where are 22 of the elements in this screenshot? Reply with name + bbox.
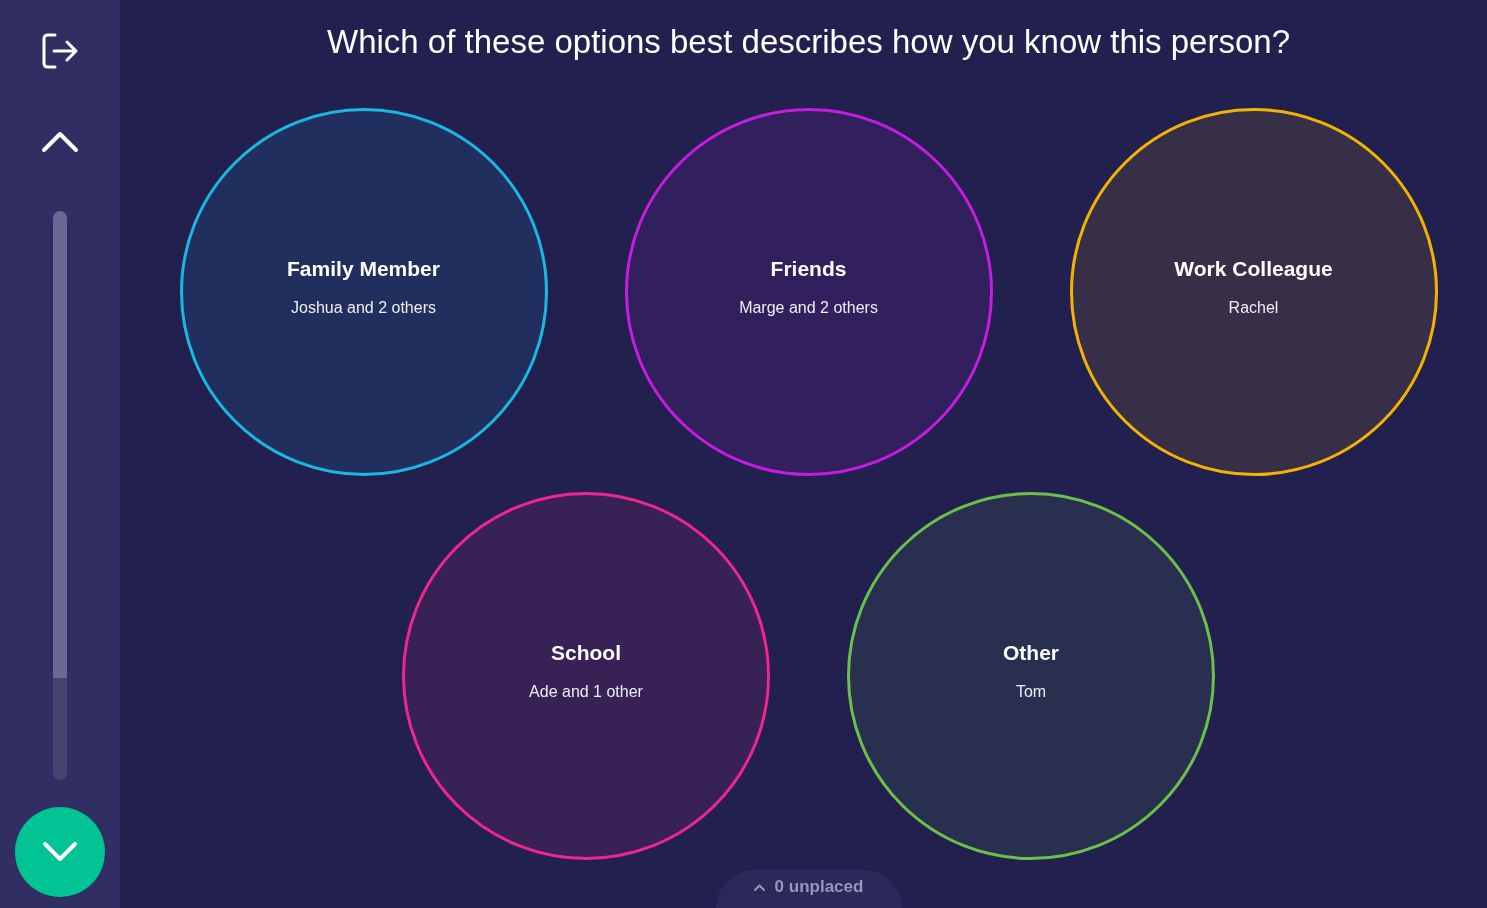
category-members: Marge and 2 others xyxy=(739,298,878,318)
category-label: Family Member xyxy=(287,256,440,282)
category-members: Tom xyxy=(1015,682,1047,702)
category-members: Rachel xyxy=(1228,298,1279,318)
unplaced-drawer-button[interactable]: 0 unplaced xyxy=(715,870,902,908)
category-label: Friends xyxy=(770,256,847,282)
category-circle[interactable]: Other Tom xyxy=(847,492,1215,860)
exit-icon xyxy=(41,33,79,69)
category-circle[interactable]: Friends Marge and 2 others xyxy=(624,108,993,476)
question-heading: Which of these options best describes how you know this person? xyxy=(327,22,1290,62)
category-label: Work Colleague xyxy=(1174,256,1333,282)
exit-button[interactable] xyxy=(40,31,80,71)
caret-up-icon xyxy=(753,883,765,891)
category-circle[interactable]: Family Member Joshua and 2 others xyxy=(179,108,548,476)
category-label: Other xyxy=(1003,640,1059,666)
category-circle[interactable]: School Ade and 1 other xyxy=(402,492,770,860)
chevron-down-icon xyxy=(43,842,77,862)
category-circle[interactable]: Work Colleague Rachel xyxy=(1069,108,1438,476)
category-members: Joshua and 2 others xyxy=(291,298,436,318)
category-members: Ade and 1 other xyxy=(529,682,643,702)
chevron-up-icon xyxy=(42,130,78,152)
category-label: School xyxy=(551,640,621,666)
